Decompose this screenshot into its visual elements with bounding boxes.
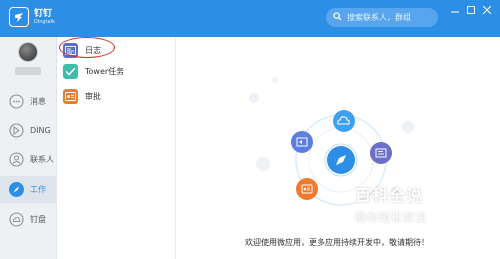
app-label-approval: 审批 (85, 91, 101, 101)
app-item-tower[interactable]: Tower任务 (57, 58, 175, 84)
dingtalk-logo-icon (9, 7, 29, 27)
check-icon (63, 63, 78, 79)
annotation-circle (59, 37, 115, 58)
app-label-tower: Tower任务 (85, 66, 125, 76)
nav-item-ding[interactable]: DING (0, 117, 57, 144)
nav-item-work[interactable]: 工作 (0, 176, 57, 203)
search-placeholder: 搜索联系人，群组 (347, 13, 411, 22)
contacts-icon (9, 152, 24, 167)
nav-label-contacts: 联系人 (30, 155, 54, 164)
nav-label-work: 工作 (30, 185, 46, 194)
search-icon (333, 12, 342, 23)
app-name-en: Dingtalk (34, 18, 55, 25)
watermark-title: 百科全说 (355, 186, 424, 205)
watermark: 百科全说 助你轻松解决 (355, 182, 485, 232)
nav-sidebar: 消息 DING 联系人 工作 钉盘 (0, 37, 57, 259)
nav-label-messages: 消息 (30, 97, 46, 106)
cloud-disk-icon (9, 212, 24, 227)
nav-item-messages[interactable]: 消息 (0, 88, 57, 115)
chat-icon (9, 94, 24, 109)
window-controls (446, 4, 494, 16)
welcome-message: 欢迎使用微应用，更多应用持续开发中，敬请期待！ (245, 238, 429, 247)
minimize-button[interactable] (448, 4, 462, 16)
work-icon (9, 182, 24, 197)
nav-label-ding: DING (30, 126, 51, 135)
maximize-button[interactable] (464, 4, 478, 16)
app-list: 日志 Tower任务 审批 (57, 37, 176, 259)
nav-item-cloud-disk[interactable]: 钉盘 (0, 206, 57, 233)
app-name: 钉钉 (34, 8, 53, 19)
app-item-approval[interactable]: 审批 (57, 83, 175, 109)
watermark-subtitle: 助你轻松解决 (355, 211, 427, 224)
close-button[interactable] (480, 4, 494, 16)
avatar[interactable] (18, 42, 38, 62)
app-logo: 钉钉 Dingtalk (9, 7, 55, 27)
ding-icon (9, 123, 24, 138)
user-status[interactable] (15, 67, 41, 75)
title-bar: 钉钉 Dingtalk 搜索联系人，群组 (0, 0, 500, 37)
approval-icon (63, 88, 78, 104)
search-input[interactable]: 搜索联系人，群组 (326, 8, 438, 27)
nav-item-contacts[interactable]: 联系人 (0, 146, 57, 173)
nav-label-cloud-disk: 钉盘 (30, 215, 46, 224)
